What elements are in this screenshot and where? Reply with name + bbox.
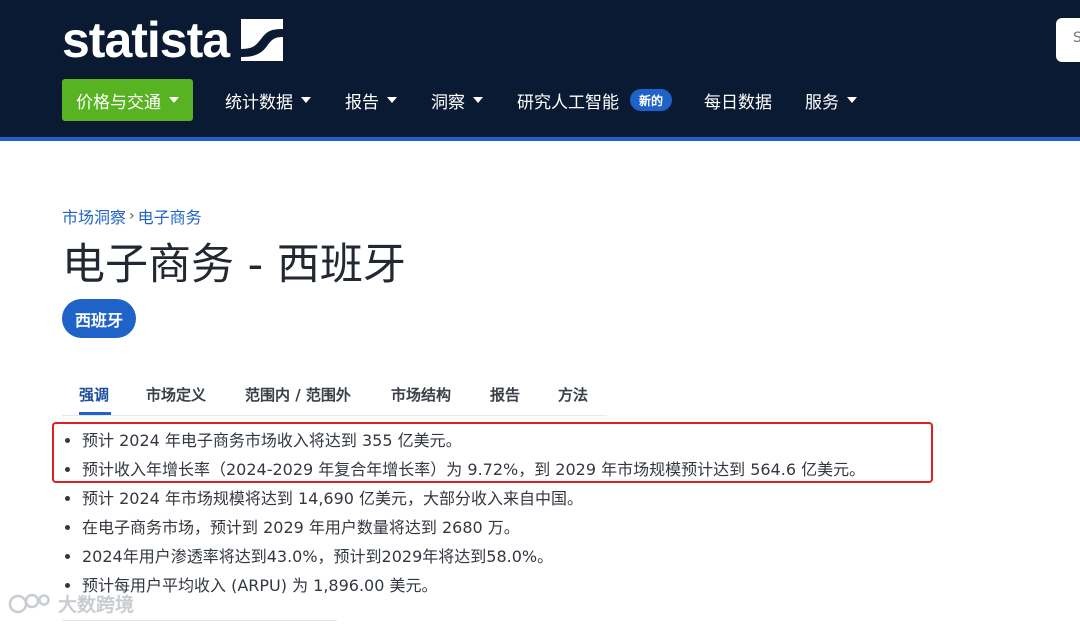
breadcrumb-link-ecommerce[interactable]: 电子商务 (138, 204, 202, 228)
search-input[interactable]: S (1056, 18, 1080, 62)
nav-item-daily-data[interactable]: 每日数据 (704, 79, 772, 121)
divider (62, 620, 337, 621)
country-tag[interactable]: 西班牙 (62, 299, 137, 338)
active-tab-indicator (79, 412, 111, 415)
logo-text: statista (62, 12, 230, 68)
caret-down-icon (169, 97, 179, 103)
section-tabs: 强调 市场定义 范围内 / 范围外 市场结构 报告 方法 (62, 374, 607, 416)
watermark-logo-icon (8, 593, 50, 613)
nav-item-label: 报告 (345, 92, 379, 113)
page-title: 电子商务 - 西班牙 (62, 240, 406, 290)
nav-item-label: 价格与交通 (76, 92, 161, 113)
watermark-text: 大数跨境 (58, 594, 135, 616)
top-navigation-bar: statista S 价格与交通 统计数据 报告 洞察 研究人工智能 新的 每日… (0, 0, 1080, 137)
nav-item-insights[interactable]: 洞察 (431, 79, 483, 121)
new-badge: 新的 (630, 89, 673, 111)
header-accent-line (0, 137, 1080, 141)
breadcrumb-link-market-insights[interactable]: 市场洞察 (62, 204, 126, 228)
nav-item-services[interactable]: 服务 (805, 79, 858, 121)
annotation-highlight-box (52, 422, 933, 483)
nav-item-label: 统计数据 (225, 92, 293, 113)
breadcrumb: 市场洞察 › 电子商务 (62, 204, 202, 228)
caret-down-icon (387, 97, 397, 103)
tab-highlights[interactable]: 强调 (79, 384, 109, 405)
tab-reports[interactable]: 报告 (490, 384, 520, 405)
tab-market-definition[interactable]: 市场定义 (146, 384, 206, 405)
nav-item-reports[interactable]: 报告 (345, 79, 397, 121)
nav-item-pricing[interactable]: 价格与交通 (62, 79, 193, 121)
statista-logo[interactable]: statista (62, 12, 284, 68)
caret-down-icon (473, 97, 483, 103)
nav-item-statistics[interactable]: 统计数据 (225, 79, 311, 121)
nav-item-label: 洞察 (431, 92, 465, 113)
nav-item-label: 研究人工智能 (517, 92, 619, 113)
caret-down-icon (847, 97, 858, 103)
tab-market-structure[interactable]: 市场结构 (391, 384, 451, 405)
highlight-item: 预计每用户平均收入 (ARPU) 为 1,896.00 美元。 (62, 571, 865, 600)
caret-down-icon (301, 97, 311, 103)
highlight-item: 在电子商务市场，预计到 2029 年用户数量将达到 2680 万。 (62, 513, 865, 542)
highlight-item: 预计 2024 年市场规模将达到 14,690 亿美元，大部分收入来自中国。 (62, 484, 865, 513)
search-placeholder: S (1073, 30, 1080, 46)
tab-methodology[interactable]: 方法 (558, 384, 588, 405)
nav-item-label: 每日数据 (704, 92, 773, 113)
main-nav: 价格与交通 统计数据 报告 洞察 研究人工智能 新的 每日数据 服务 (62, 79, 858, 121)
nav-item-label: 服务 (805, 92, 840, 113)
tab-scope[interactable]: 范围内 / 范围外 (245, 384, 351, 405)
watermark: 大数跨境 (8, 590, 134, 617)
statista-logo-icon (241, 19, 284, 61)
nav-item-research-ai[interactable]: 研究人工智能 新的 (517, 79, 673, 121)
breadcrumb-separator: › (129, 208, 135, 224)
highlight-item: 2024年用户渗透率将达到43.0%，预计到2029年将达到58.0%。 (62, 542, 865, 571)
